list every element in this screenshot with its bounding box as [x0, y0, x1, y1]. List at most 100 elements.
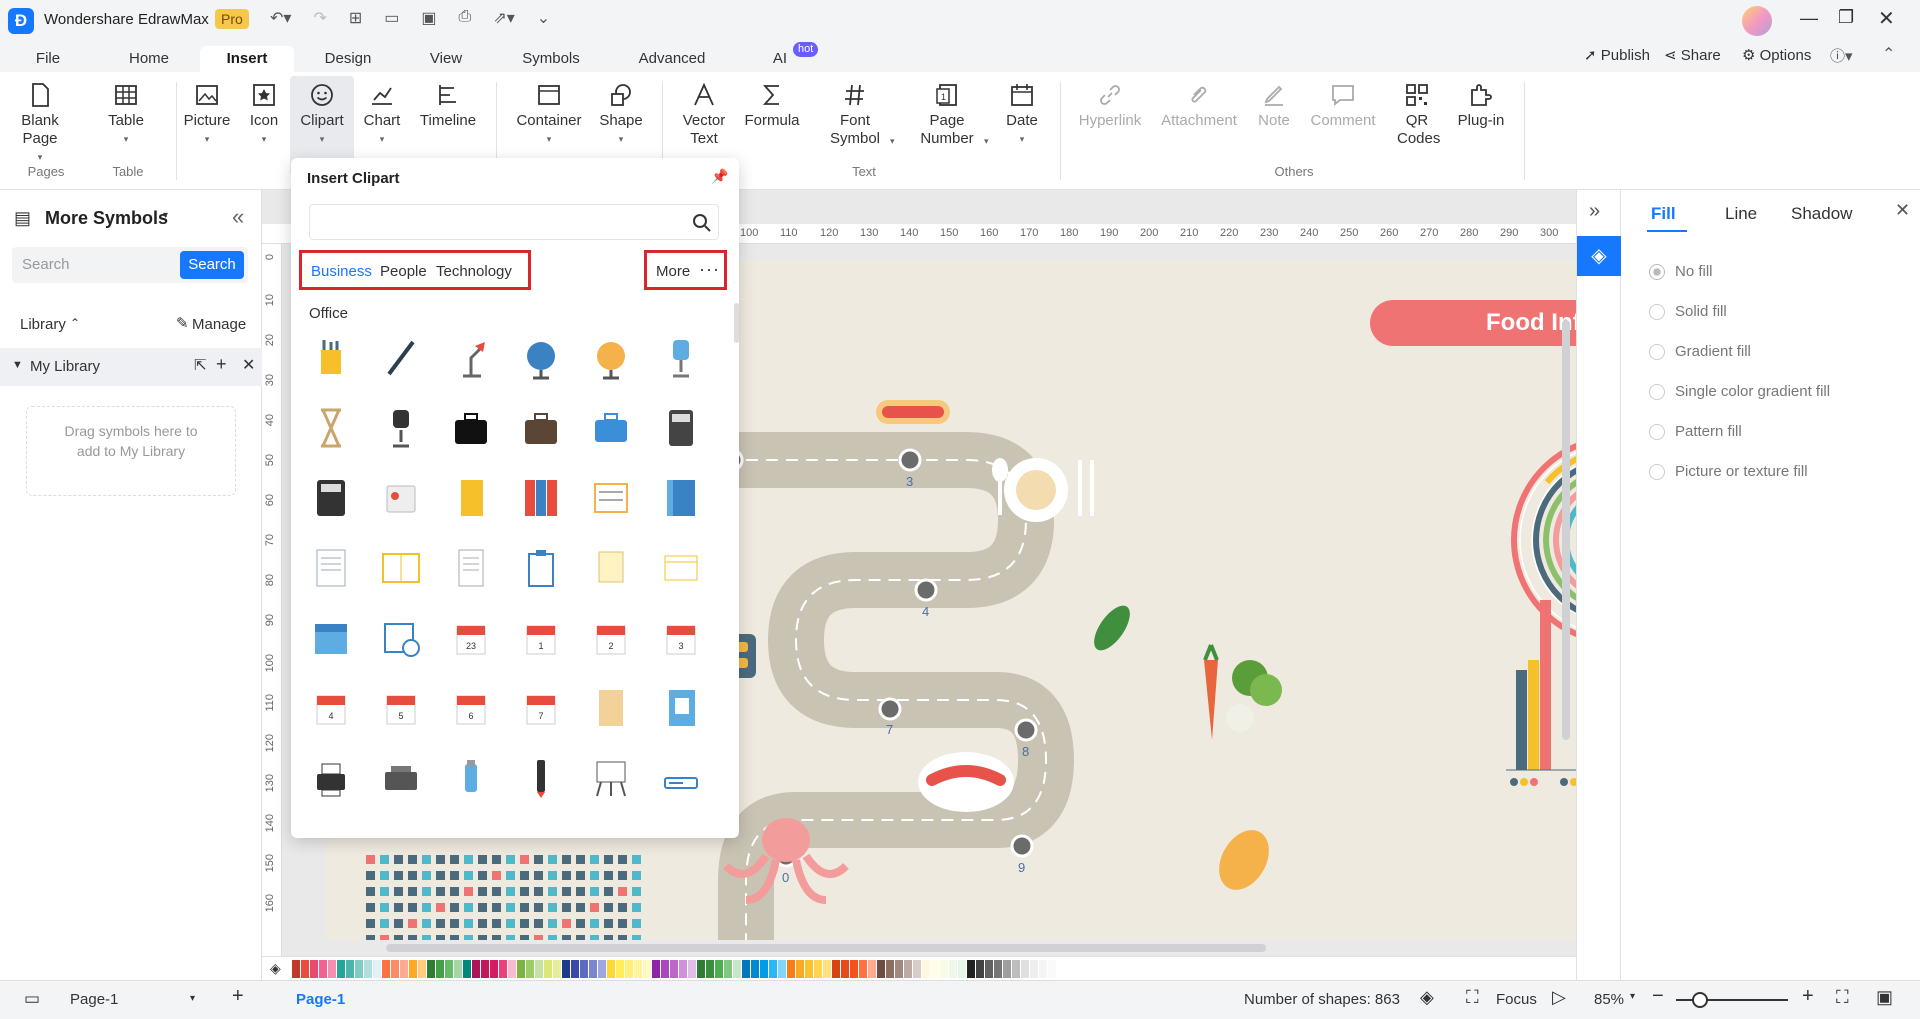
- color-swatch[interactable]: [886, 960, 894, 978]
- notebook-icon[interactable]: [659, 476, 703, 520]
- share-button[interactable]: ⋖ Share: [1664, 46, 1721, 64]
- vertical-scrollbar[interactable]: [1562, 320, 1570, 740]
- color-swatch[interactable]: [418, 960, 426, 978]
- note-button[interactable]: Note: [1252, 82, 1296, 130]
- qr-codes-button[interactable]: QR Codes: [1390, 82, 1444, 148]
- panel-title[interactable]: More Symbols: [45, 208, 168, 229]
- tab-design[interactable]: Design: [315, 46, 381, 72]
- color-swatch[interactable]: [535, 960, 543, 978]
- color-swatch[interactable]: [805, 960, 813, 978]
- attachment-button[interactable]: Attachment: [1156, 82, 1242, 130]
- briefcase-icon[interactable]: [519, 406, 563, 450]
- color-swatch[interactable]: [544, 960, 552, 978]
- color-swatch[interactable]: [553, 960, 561, 978]
- avatar[interactable]: [1742, 6, 1772, 36]
- color-swatch[interactable]: [760, 960, 768, 978]
- color-swatch[interactable]: [823, 960, 831, 978]
- color-swatch[interactable]: [895, 960, 903, 978]
- calendar-icon[interactable]: 7: [519, 686, 563, 730]
- zoom-in-icon[interactable]: +: [1802, 985, 1814, 1008]
- quick-access-dropdown-icon[interactable]: ⌄: [537, 8, 550, 28]
- new-icon[interactable]: ⊞: [349, 8, 362, 28]
- fill-bucket-icon[interactable]: ◈: [270, 960, 292, 977]
- tab-home[interactable]: Home: [120, 46, 178, 72]
- fill-option-gradient[interactable]: Gradient fill: [1649, 332, 1830, 372]
- globe-icon[interactable]: [519, 336, 563, 380]
- color-swatch[interactable]: [877, 960, 885, 978]
- page-tab-1[interactable]: Page-1: [296, 991, 345, 1008]
- calendar-icon[interactable]: [309, 616, 353, 660]
- zoom-out-icon[interactable]: −: [1652, 985, 1664, 1008]
- fill-option-pattern[interactable]: Pattern fill: [1649, 412, 1830, 452]
- search-button[interactable]: Search: [180, 251, 244, 279]
- color-swatch[interactable]: [796, 960, 804, 978]
- id-card-icon[interactable]: [379, 476, 423, 520]
- page-select[interactable]: Page-1 ▾: [62, 987, 202, 1013]
- notepad-icon[interactable]: [309, 546, 353, 590]
- planner-icon[interactable]: [659, 546, 703, 590]
- export-icon[interactable]: ⇗▾: [493, 8, 514, 28]
- color-swatch[interactable]: [688, 960, 696, 978]
- binders-icon[interactable]: [519, 476, 563, 520]
- color-swatch[interactable]: [940, 960, 948, 978]
- calendar-icon[interactable]: 2: [589, 616, 633, 660]
- category-people[interactable]: People: [380, 263, 427, 280]
- chevron-down-icon[interactable]: ▾: [984, 136, 989, 147]
- tab-symbols[interactable]: Symbols: [515, 46, 587, 72]
- color-swatch[interactable]: [652, 960, 660, 978]
- color-swatch[interactable]: [526, 960, 534, 978]
- blank-page-button[interactable]: Blank Page ▾: [16, 82, 64, 166]
- expand-panel-icon[interactable]: »: [1589, 200, 1600, 223]
- color-swatch[interactable]: [931, 960, 939, 978]
- focus-button[interactable]: Focus: [1496, 991, 1537, 1008]
- printer-icon[interactable]: [309, 756, 353, 800]
- fill-option-no-fill[interactable]: No fill: [1649, 252, 1830, 292]
- category-business[interactable]: Business: [311, 263, 372, 280]
- color-swatch[interactable]: [589, 960, 597, 978]
- restore-icon[interactable]: ❐: [1838, 7, 1854, 28]
- color-swatch[interactable]: [715, 960, 723, 978]
- play-icon[interactable]: ▷: [1552, 987, 1566, 1008]
- desk-lamp-icon[interactable]: [449, 336, 493, 380]
- clipboard-icon[interactable]: [519, 546, 563, 590]
- office-chair-icon[interactable]: [659, 336, 703, 380]
- hyperlink-button[interactable]: Hyperlink: [1072, 82, 1148, 130]
- color-swatch[interactable]: [1039, 960, 1047, 978]
- search-input[interactable]: Search: [22, 256, 70, 273]
- tab-view[interactable]: View: [420, 46, 472, 72]
- clipart-scrollbar[interactable]: [734, 303, 739, 343]
- vector-text-button[interactable]: Vector Text: [676, 82, 732, 148]
- pen-icon[interactable]: [379, 336, 423, 380]
- color-swatch[interactable]: [382, 960, 390, 978]
- color-swatch[interactable]: [481, 960, 489, 978]
- color-swatch[interactable]: [472, 960, 480, 978]
- page-layout-icon[interactable]: ▭: [24, 989, 40, 1009]
- fill-option-picture[interactable]: Picture or texture fill: [1649, 452, 1830, 492]
- undo-icon[interactable]: ↶▾: [270, 8, 291, 28]
- printer-icon[interactable]: [379, 756, 423, 800]
- my-library-row[interactable]: ▼ My Library ⇱ + ✕: [0, 348, 262, 386]
- redo-icon[interactable]: ↷: [313, 8, 326, 28]
- container-button[interactable]: Container ▾: [510, 82, 588, 148]
- print-icon[interactable]: ⎙: [459, 8, 472, 28]
- tab-insert[interactable]: Insert: [200, 46, 294, 72]
- color-swatch[interactable]: [634, 960, 642, 978]
- color-swatch[interactable]: [733, 960, 741, 978]
- date-button[interactable]: Date ▾: [1000, 82, 1044, 148]
- color-swatch[interactable]: [679, 960, 687, 978]
- color-swatch[interactable]: [616, 960, 624, 978]
- color-swatch[interactable]: [508, 960, 516, 978]
- chevron-up-icon[interactable]: ⌃: [70, 316, 80, 330]
- color-swatch[interactable]: [976, 960, 984, 978]
- add-page-icon[interactable]: +: [232, 985, 244, 1008]
- color-swatch[interactable]: [445, 960, 453, 978]
- fit-page-icon[interactable]: ⛶: [1836, 987, 1849, 1008]
- import-icon[interactable]: ⇱: [194, 356, 207, 374]
- pencil-cup-icon[interactable]: [309, 336, 353, 380]
- binder-icon[interactable]: [449, 476, 493, 520]
- close-icon[interactable]: ✕: [1895, 200, 1910, 221]
- color-swatch[interactable]: [409, 960, 417, 978]
- color-swatch[interactable]: [346, 960, 354, 978]
- close-window-icon[interactable]: ✕: [1878, 6, 1895, 31]
- library-label[interactable]: Library: [20, 316, 66, 333]
